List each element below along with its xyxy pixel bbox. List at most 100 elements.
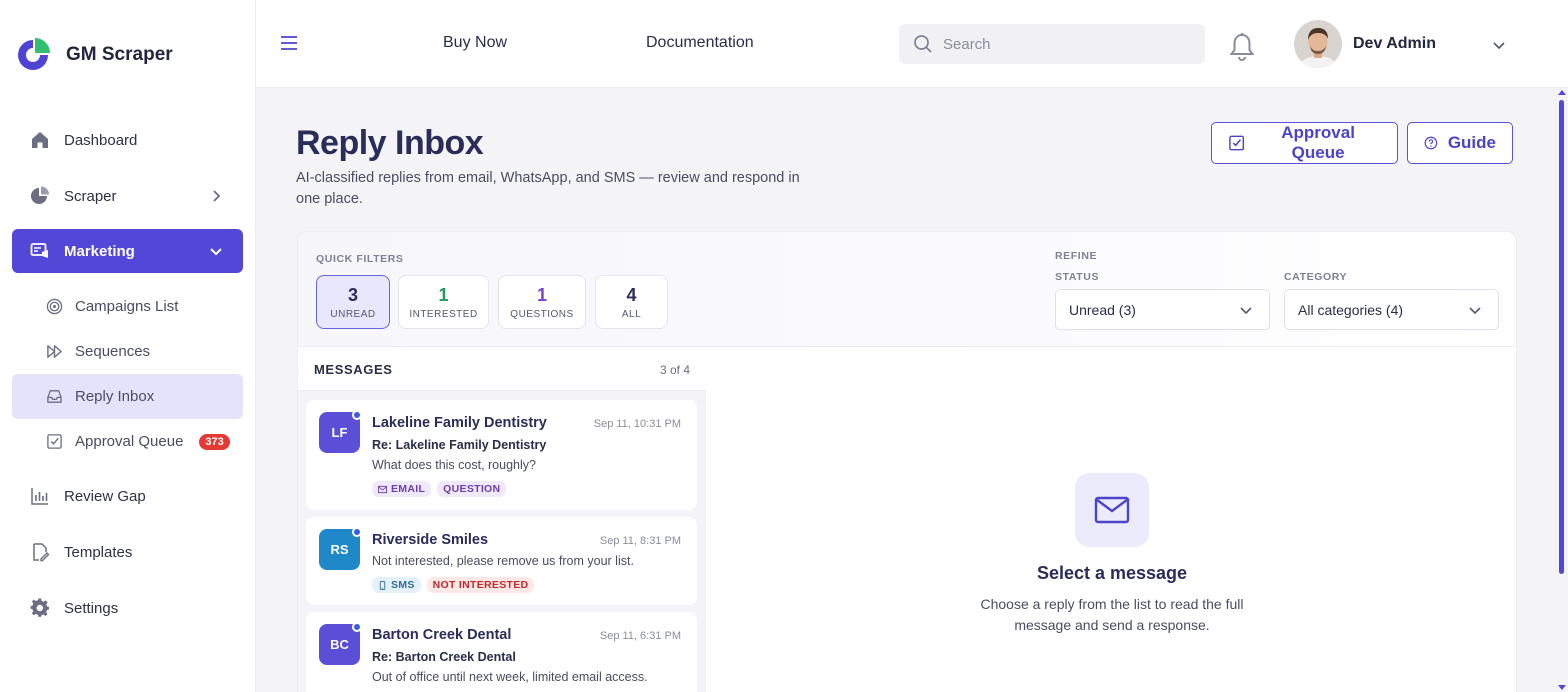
quick-filter-unread[interactable]: 3 UNREAD <box>316 275 390 329</box>
user-name[interactable]: Dev Admin <box>1353 35 1436 53</box>
scroll-down-arrow-icon[interactable] <box>1558 685 1566 690</box>
unread-dot <box>352 527 362 537</box>
fast-forward-icon <box>47 345 62 358</box>
messages-list: MESSAGES 3 of 4 LF Lakeline Family Denti… <box>298 347 706 692</box>
chevron-down-icon[interactable] <box>1492 38 1506 52</box>
messages-title: MESSAGES <box>314 362 393 377</box>
quick-filter-questions[interactable]: 1 QUESTIONS <box>498 275 586 329</box>
message-item[interactable]: BC Barton Creek Dental Sep 11, 6:31 PM R… <box>306 612 697 692</box>
message-sender: Barton Creek Dental <box>372 627 512 643</box>
sidebar-subitem-sequences[interactable]: Sequences <box>12 329 243 374</box>
empty-state-title: Select a message <box>1036 563 1188 583</box>
sidebar-subitem-reply-inbox[interactable]: Reply Inbox <box>12 374 243 419</box>
quick-filter-label: UNREAD <box>330 308 376 320</box>
user-photo-icon <box>1294 20 1342 68</box>
sidebar-item-label: Marketing <box>64 242 135 260</box>
message-item[interactable]: RS Riverside Smiles Sep 11, 8:31 PM Not … <box>306 517 697 605</box>
empty-state-text: Choose a reply from the list to read the… <box>980 596 1244 633</box>
quick-filter-interested[interactable]: 1 INTERESTED <box>398 275 489 329</box>
guide-button[interactable]: Guide <box>1407 122 1513 164</box>
document-edit-icon <box>33 543 50 562</box>
sidebar-item-templates[interactable]: Templates <box>12 530 243 574</box>
mail-icon <box>378 485 387 493</box>
search-input[interactable] <box>943 35 1183 53</box>
category-select-value: All categories (4) <box>1298 301 1404 318</box>
category-label: CATEGORY <box>1284 271 1348 283</box>
sidebar-item-review-gap[interactable]: Review Gap <box>12 474 243 518</box>
message-tags: SMS NOT INTERESTED <box>372 577 535 593</box>
chevron-down-icon <box>210 248 222 256</box>
sidebar-item-marketing[interactable]: Marketing <box>12 229 243 273</box>
avatar[interactable] <box>1294 20 1342 68</box>
quick-filter-count: 4 <box>626 284 637 305</box>
quick-filter-count: 3 <box>347 284 358 305</box>
documentation-link[interactable]: Documentation <box>646 34 754 52</box>
quick-filter-label: ALL <box>621 308 642 320</box>
chevron-down-icon <box>1240 307 1252 315</box>
sidebar-item-label: Scraper <box>64 187 117 205</box>
message-item[interactable]: LF Lakeline Family Dentistry Sep 11, 10:… <box>306 400 697 510</box>
sidebar-subitem-label: Reply Inbox <box>75 388 155 405</box>
page-scrollbar[interactable] <box>1556 88 1568 692</box>
sidebar-subitem-campaigns-list[interactable]: Campaigns List <box>12 284 243 329</box>
approval-queue-button[interactable]: Approval Queue <box>1211 122 1398 164</box>
target-icon <box>46 298 63 315</box>
topbar: Buy Now Documentation Dev Admin <box>256 0 1568 88</box>
message-time: Sep 11, 8:31 PM <box>599 535 681 547</box>
inbox-card: QUICK FILTERS 3 UNREAD 1 INTERESTED 1 QU… <box>297 231 1517 692</box>
sidebar-item-label: Templates <box>64 543 133 561</box>
unread-dot <box>352 410 362 420</box>
status-select[interactable]: Unread (3) <box>1055 289 1270 330</box>
gear-icon <box>30 598 49 617</box>
buy-now-link[interactable]: Buy Now <box>443 34 507 52</box>
message-tags: EMAIL QUESTION <box>372 481 507 497</box>
scroll-up-arrow-icon[interactable] <box>1558 90 1566 95</box>
scroll-thumb[interactable] <box>1559 100 1564 574</box>
messages-count: 3 of 4 <box>659 363 690 377</box>
marketing-icon <box>30 243 48 258</box>
bell-icon[interactable] <box>1228 32 1256 62</box>
chevron-down-icon <box>1469 307 1481 315</box>
sidebar-subitem-label: Sequences <box>75 343 151 360</box>
checkbox-icon <box>47 434 62 449</box>
phone-icon <box>379 580 386 590</box>
search-box[interactable] <box>899 24 1205 64</box>
channel-tag-label: SMS <box>391 579 415 591</box>
message-sender: Riverside Smiles <box>372 532 489 548</box>
status-select-value: Unread (3) <box>1069 301 1136 318</box>
home-icon <box>32 132 48 148</box>
channel-tag: EMAIL <box>372 481 432 497</box>
page-title: Reply Inbox <box>296 124 484 162</box>
sidebar-item-label: Settings <box>64 599 119 617</box>
sidebar-item-label: Review Gap <box>64 487 146 505</box>
hamburger-menu-icon[interactable] <box>280 34 298 52</box>
sidebar-item-label: Dashboard <box>64 131 138 149</box>
unread-dot <box>352 622 362 632</box>
category-tag: QUESTION <box>437 481 507 497</box>
quick-filter-all[interactable]: 4 ALL <box>595 275 668 329</box>
sidebar-subitem-approval-queue[interactable]: Approval Queue 373 <box>12 419 243 464</box>
help-circle-icon <box>1424 136 1438 150</box>
sidebar-item-dashboard[interactable]: Dashboard <box>12 118 243 162</box>
sidebar: GM Scraper Dashboard Scraper Marketing C… <box>0 0 256 692</box>
message-subject: Re: Lakeline Family Dentistry <box>372 438 547 452</box>
chevron-right-icon <box>213 190 221 202</box>
brand[interactable]: GM Scraper <box>16 38 173 72</box>
quick-filters-label: QUICK FILTERS <box>316 253 404 265</box>
message-subject: Re: Barton Creek Dental <box>372 650 516 664</box>
sidebar-subitem-label: Approval Queue <box>75 433 184 450</box>
channel-tag: SMS <box>372 577 421 593</box>
message-sender: Lakeline Family Dentistry <box>372 415 547 431</box>
message-time: Sep 11, 10:31 PM <box>593 418 681 430</box>
approval-queue-label: Approval Queue <box>1281 123 1355 162</box>
filters-bar: QUICK FILTERS 3 UNREAD 1 INTERESTED 1 QU… <box>298 232 1516 347</box>
sidebar-item-settings[interactable]: Settings <box>12 586 243 630</box>
sidebar-item-scraper[interactable]: Scraper <box>12 174 243 218</box>
message-preview: Not interested, please remove us from yo… <box>372 554 634 568</box>
message-preview: What does this cost, roughly? <box>372 458 536 472</box>
category-select[interactable]: All categories (4) <box>1284 289 1499 330</box>
checkbox-icon <box>1229 135 1245 151</box>
quick-filter-label: INTERESTED <box>409 308 478 320</box>
bar-chart-icon <box>31 488 48 505</box>
quick-filter-count: 1 <box>438 284 449 305</box>
